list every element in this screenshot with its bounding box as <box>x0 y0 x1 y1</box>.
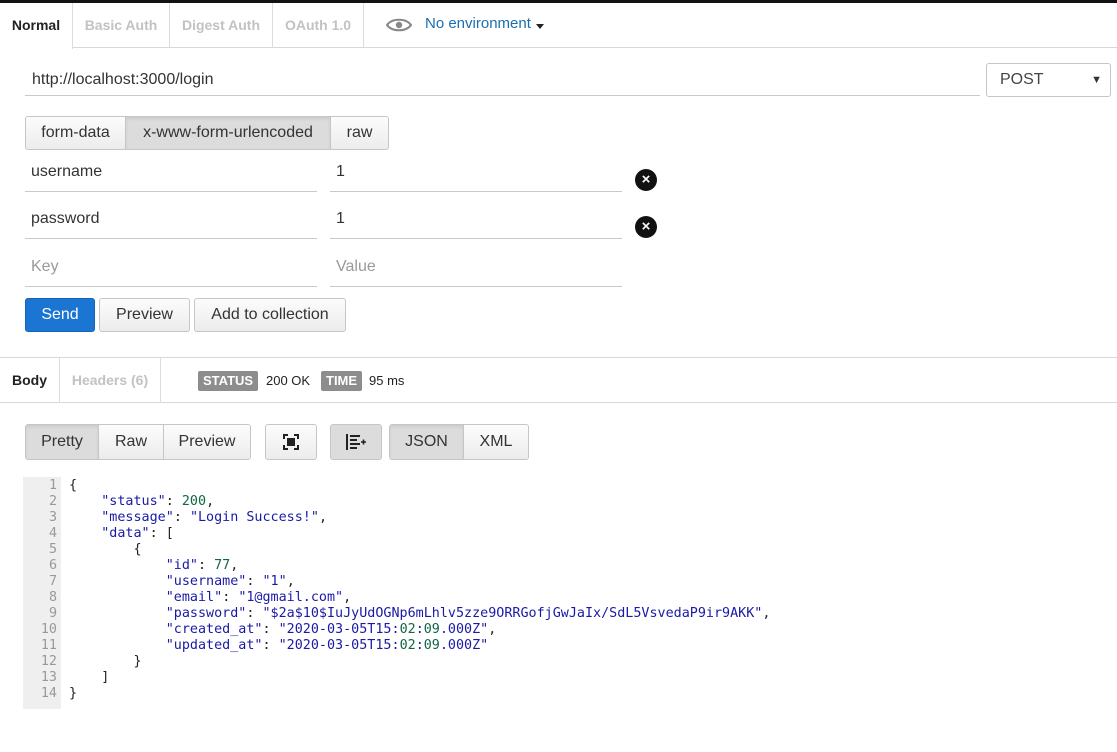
code-line: } <box>69 654 142 669</box>
code-line: "message": "Login Success!", <box>101 510 327 525</box>
param-value-input[interactable]: 1 <box>330 152 622 192</box>
line-number: 10 <box>40 622 57 637</box>
code-line: "created_at": "2020-03-05T15:02:09.000Z"… <box>165 622 497 637</box>
line-number: 12 <box>40 654 57 669</box>
format-json[interactable]: JSON <box>390 425 464 459</box>
line-number: 9 <box>48 606 57 621</box>
tab-digest-auth[interactable]: Digest Auth <box>170 3 273 48</box>
line-number: 2 <box>48 494 57 509</box>
line-number: 11 <box>40 638 57 653</box>
param-value-input[interactable]: 1 <box>330 199 622 239</box>
code-line: "updated_at": "2020-03-05T15:02:09.000Z" <box>165 638 489 653</box>
mode-form-data[interactable]: form-data <box>26 117 126 149</box>
fullscreen-icon <box>283 434 299 450</box>
method-select[interactable]: POST ▼ <box>986 63 1111 97</box>
line-number: 5 <box>48 542 57 557</box>
line-number: 14 <box>40 686 57 701</box>
param-key-input[interactable]: password <box>25 199 317 239</box>
line-number: 6 <box>48 558 57 573</box>
status-value: 200 OK <box>266 373 311 388</box>
wrap-lines-icon <box>346 434 366 450</box>
tab-headers[interactable]: Headers (6) <box>60 358 161 403</box>
environment-label: No environment <box>425 15 531 32</box>
code-line: "email": "1@gmail.com", <box>165 590 352 605</box>
code-line: ] <box>69 670 110 685</box>
line-number: 7 <box>48 574 57 589</box>
view-pretty[interactable]: Pretty <box>26 425 99 459</box>
eye-icon <box>386 18 412 32</box>
fullscreen-button[interactable] <box>265 424 317 460</box>
auth-tab-bar: Normal Basic Auth Digest Auth OAuth 1.0 … <box>0 3 1117 49</box>
line-number: 1 <box>48 478 57 493</box>
param-key-input[interactable]: username <box>25 152 317 192</box>
url-input[interactable]: http://localhost:3000/login <box>25 63 980 96</box>
body-mode-group: form-data x-www-form-urlencoded raw <box>25 116 389 150</box>
chevron-down-icon <box>536 24 544 29</box>
tab-normal[interactable]: Normal <box>0 3 73 49</box>
status-badge: STATUS <box>198 371 259 391</box>
new-value-input[interactable]: Value <box>330 247 622 287</box>
tab-oauth[interactable]: OAuth 1.0 <box>273 3 364 48</box>
response-tab-bar: Body Headers (6) STATUS 200 OK TIME 95 m… <box>0 357 1117 403</box>
mode-raw[interactable]: raw <box>331 117 388 149</box>
mode-urlencoded[interactable]: x-www-form-urlencoded <box>126 117 331 149</box>
method-value: POST <box>1000 71 1044 88</box>
delete-param-icon[interactable]: × <box>635 216 657 238</box>
view-preview[interactable]: Preview <box>164 425 250 459</box>
tab-body[interactable]: Body <box>0 358 60 403</box>
line-number: 3 <box>48 510 57 525</box>
code-line: "username": "1", <box>165 574 295 589</box>
wrap-lines-button[interactable] <box>330 424 382 460</box>
add-to-collection-button[interactable]: Add to collection <box>194 298 346 332</box>
code-line: "password": "$2a$10$IuJyUdOGNp6mLhlv5zze… <box>165 606 771 621</box>
time-value: 95 ms <box>369 373 405 388</box>
code-line: "data": [ <box>101 526 174 541</box>
code-line: } <box>69 686 78 701</box>
new-key-input[interactable]: Key <box>25 247 317 287</box>
preview-button[interactable]: Preview <box>99 298 190 332</box>
code-line: "id": 77, <box>165 558 239 573</box>
format-group: JSON XML <box>389 424 529 460</box>
view-mode-group: Pretty Raw Preview <box>25 424 251 460</box>
code-line: { <box>69 542 142 557</box>
time-badge: TIME <box>321 371 363 391</box>
delete-param-icon[interactable]: × <box>635 169 657 191</box>
tab-basic-auth[interactable]: Basic Auth <box>73 3 170 48</box>
code-line: { <box>69 478 78 493</box>
send-button[interactable]: Send <box>25 298 95 332</box>
line-number: 4 <box>48 526 57 541</box>
response-body-viewer[interactable]: 1 2 3 4 5 6 7 8 9 10 11 12 13 14 { "stat… <box>23 477 1117 709</box>
line-number: 13 <box>40 670 57 685</box>
chevron-down-icon: ▼ <box>1091 74 1102 86</box>
code-line: "status": 200, <box>101 494 215 509</box>
view-raw[interactable]: Raw <box>99 425 164 459</box>
format-xml[interactable]: XML <box>464 425 528 459</box>
line-number: 8 <box>48 590 57 605</box>
